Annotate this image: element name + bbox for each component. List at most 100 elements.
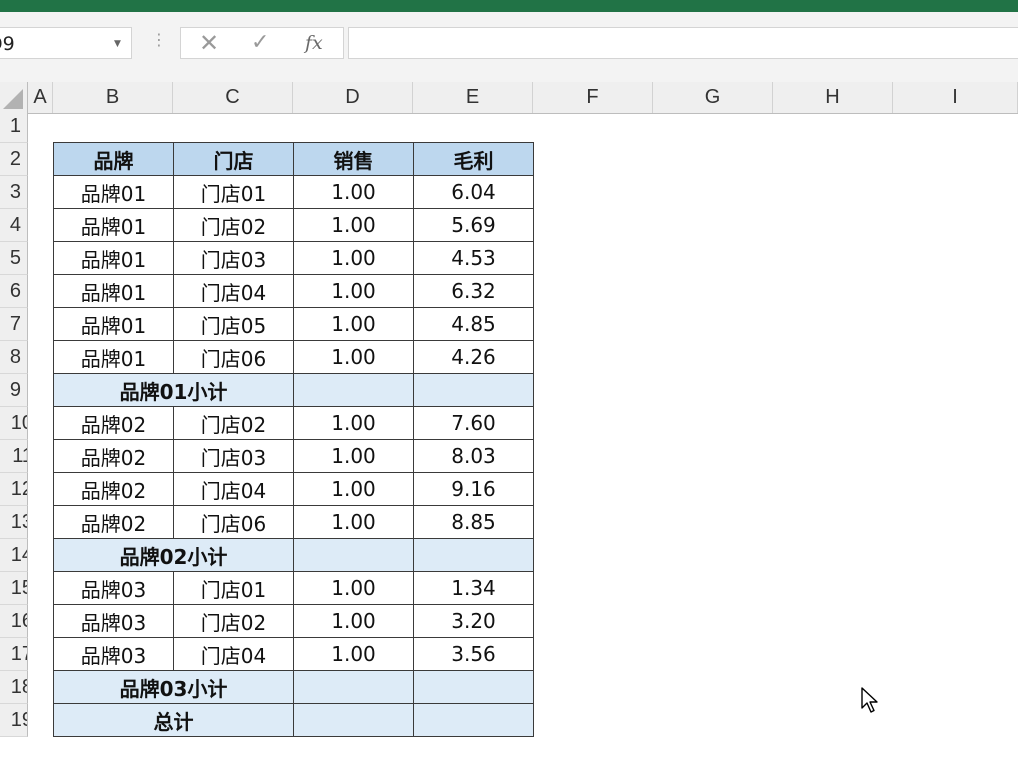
row-header-12[interactable]: 12 [0, 473, 28, 506]
brand-cell[interactable]: 品牌01 [53, 208, 174, 242]
sales-cell[interactable]: 1.00 [293, 439, 414, 473]
row-header-8[interactable]: 8 [0, 341, 28, 374]
profit-cell[interactable]: 4.26 [413, 340, 534, 374]
sales-cell[interactable] [293, 703, 414, 737]
column-header-a[interactable]: A [28, 82, 53, 113]
brand-cell[interactable]: 品牌02 [53, 472, 174, 506]
row-header-18[interactable]: 18 [0, 671, 28, 704]
sales-cell[interactable]: 1.00 [293, 505, 414, 539]
sales-cell[interactable]: 1.00 [293, 307, 414, 341]
store-cell[interactable]: 门店04 [173, 274, 294, 308]
row-header-2[interactable]: 2 [0, 143, 28, 176]
sales-cell[interactable]: 1.00 [293, 208, 414, 242]
sales-cell[interactable]: 1.00 [293, 472, 414, 506]
enter-icon[interactable]: ✓ [251, 30, 269, 55]
row-header-16[interactable]: 16 [0, 605, 28, 638]
store-cell[interactable]: 门店06 [173, 340, 294, 374]
row-header-9[interactable]: 9 [0, 374, 28, 407]
profit-cell[interactable]: 4.85 [413, 307, 534, 341]
table-header-cell[interactable]: 销售 [293, 142, 414, 176]
row-header-3[interactable]: 3 [0, 176, 28, 209]
subtotal-label-cell[interactable]: 品牌02小计 [53, 538, 294, 572]
column-header-f[interactable]: F [533, 82, 653, 113]
row-header-13[interactable]: 13 [0, 506, 28, 539]
brand-cell[interactable]: 品牌03 [53, 604, 174, 638]
sales-cell[interactable]: 1.00 [293, 241, 414, 275]
store-cell[interactable]: 门店02 [173, 208, 294, 242]
profit-cell[interactable] [413, 373, 534, 407]
subtotal-label-cell[interactable]: 品牌01小计 [53, 373, 294, 407]
profit-cell[interactable]: 8.85 [413, 505, 534, 539]
profit-cell[interactable]: 8.03 [413, 439, 534, 473]
profit-cell[interactable]: 3.56 [413, 637, 534, 671]
cancel-icon[interactable]: ✕ [199, 29, 219, 57]
select-all-button[interactable] [0, 82, 28, 113]
profit-cell[interactable]: 1.34 [413, 571, 534, 605]
profit-cell[interactable] [413, 703, 534, 737]
row-header-10[interactable]: 10 [0, 407, 28, 440]
column-header-h[interactable]: H [773, 82, 893, 113]
column-header-c[interactable]: C [173, 82, 293, 113]
column-header-d[interactable]: D [293, 82, 413, 113]
column-header-e[interactable]: E [413, 82, 533, 113]
brand-cell[interactable]: 品牌01 [53, 175, 174, 209]
column-header-i[interactable]: I [893, 82, 1018, 113]
store-cell[interactable]: 门店03 [173, 241, 294, 275]
sales-cell[interactable]: 1.00 [293, 604, 414, 638]
row-header-15[interactable]: 15 [0, 572, 28, 605]
more-options-icon[interactable]: ⋮ [151, 32, 167, 48]
profit-cell[interactable]: 6.04 [413, 175, 534, 209]
brand-cell[interactable]: 品牌02 [53, 505, 174, 539]
store-cell[interactable]: 门店03 [173, 439, 294, 473]
brand-cell[interactable]: 品牌01 [53, 274, 174, 308]
profit-cell[interactable]: 4.53 [413, 241, 534, 275]
column-header-b[interactable]: B [53, 82, 173, 113]
store-cell[interactable]: 门店04 [173, 472, 294, 506]
dropdown-arrow-icon[interactable]: ▼ [114, 39, 121, 49]
brand-cell[interactable]: 品牌02 [53, 439, 174, 473]
sales-cell[interactable]: 1.00 [293, 637, 414, 671]
brand-cell[interactable]: 品牌01 [53, 241, 174, 275]
store-cell[interactable]: 门店04 [173, 637, 294, 671]
profit-cell[interactable]: 7.60 [413, 406, 534, 440]
row-header-11[interactable]: 11 [0, 440, 28, 473]
store-cell[interactable]: 门店01 [173, 571, 294, 605]
column-header-g[interactable]: G [653, 82, 773, 113]
sales-cell[interactable]: 1.00 [293, 340, 414, 374]
row-header-5[interactable]: 5 [0, 242, 28, 275]
profit-cell[interactable]: 5.69 [413, 208, 534, 242]
profit-cell[interactable]: 6.32 [413, 274, 534, 308]
subtotal-label-cell[interactable]: 品牌03小计 [53, 670, 294, 704]
table-header-cell[interactable]: 毛利 [413, 142, 534, 176]
profit-cell[interactable]: 3.20 [413, 604, 534, 638]
store-cell[interactable]: 门店06 [173, 505, 294, 539]
row-header-14[interactable]: 14 [0, 539, 28, 572]
brand-cell[interactable]: 品牌01 [53, 307, 174, 341]
brand-cell[interactable]: 品牌02 [53, 406, 174, 440]
row-header-19[interactable]: 19 [0, 704, 28, 737]
table-header-cell[interactable]: 门店 [173, 142, 294, 176]
brand-cell[interactable]: 品牌03 [53, 571, 174, 605]
sales-cell[interactable] [293, 373, 414, 407]
brand-cell[interactable]: 品牌01 [53, 340, 174, 374]
subtotal-label-cell[interactable]: 总计 [53, 703, 294, 737]
store-cell[interactable]: 门店01 [173, 175, 294, 209]
profit-cell[interactable]: 9.16 [413, 472, 534, 506]
sales-cell[interactable]: 1.00 [293, 406, 414, 440]
store-cell[interactable]: 门店02 [173, 406, 294, 440]
formula-input[interactable] [348, 27, 1018, 59]
row-header-6[interactable]: 6 [0, 275, 28, 308]
store-cell[interactable]: 门店05 [173, 307, 294, 341]
row-header-1[interactable]: 1 [0, 110, 28, 143]
profit-cell[interactable] [413, 538, 534, 572]
row-header-7[interactable]: 7 [0, 308, 28, 341]
sales-cell[interactable]: 1.00 [293, 571, 414, 605]
sales-cell[interactable] [293, 538, 414, 572]
table-header-cell[interactable]: 品牌 [53, 142, 174, 176]
store-cell[interactable]: 门店02 [173, 604, 294, 638]
name-box[interactable]: D9 ▼ [0, 27, 132, 59]
brand-cell[interactable]: 品牌03 [53, 637, 174, 671]
profit-cell[interactable] [413, 670, 534, 704]
insert-function-icon[interactable]: fx [305, 32, 323, 54]
sales-cell[interactable]: 1.00 [293, 175, 414, 209]
